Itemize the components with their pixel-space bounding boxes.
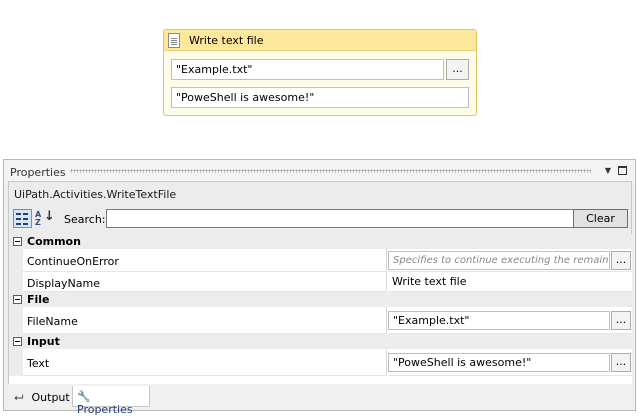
category-label: Common	[27, 235, 81, 248]
property-name: FileName	[23, 307, 387, 334]
property-name: DisplayName	[23, 272, 387, 292]
property-toolbar: A Z ↓ Search: Clear	[9, 208, 631, 230]
chevron-down-icon[interactable]: ▼	[605, 166, 611, 175]
property-row-text[interactable]: Text "PoweShell is awesome!" ...	[9, 349, 632, 376]
sort-alphabetical-icon[interactable]: A Z ↓	[34, 209, 55, 228]
property-grid-container: UiPath.Activities.WriteTextFile A Z ↓ Se…	[8, 181, 632, 384]
property-value-cell[interactable]: Write text file	[388, 272, 632, 292]
property-row-continueonerror[interactable]: ContinueOnError Specifies to continue ex…	[9, 249, 632, 272]
text-input[interactable]: "PoweShell is awesome!"	[388, 353, 610, 372]
text-field[interactable]: "PoweShell is awesome!"	[171, 87, 469, 108]
property-value-cell[interactable]: Specifies to continue executing the rema…	[388, 249, 632, 272]
bottom-tab-strip: ⮠ Output 🔧 Properties	[4, 385, 635, 416]
tab-properties[interactable]: 🔧 Properties	[72, 386, 150, 416]
browse-file-button[interactable]: ...	[446, 59, 469, 80]
tab-output[interactable]: ⮠ Output	[10, 386, 74, 407]
activity-title: Write text file	[189, 34, 264, 47]
maximize-icon[interactable]	[618, 166, 627, 175]
filename-field[interactable]: "Example.txt"	[171, 59, 444, 80]
property-name: ContinueOnError	[23, 249, 387, 272]
text-file-icon	[168, 33, 180, 48]
activity-header[interactable]: Write text file	[164, 30, 476, 51]
collapse-icon[interactable]	[13, 337, 22, 346]
clear-button[interactable]: Clear	[573, 209, 628, 228]
tab-label: Properties	[77, 403, 133, 416]
expression-editor-button[interactable]: ...	[611, 251, 631, 270]
property-name: Text	[23, 349, 387, 376]
expression-editor-button[interactable]: ...	[611, 311, 631, 330]
category-common[interactable]: Common	[9, 234, 632, 249]
property-grid: Common ContinueOnError Specifies to cont…	[9, 234, 632, 384]
search-input[interactable]	[106, 209, 574, 228]
activity-class-name: UiPath.Activities.WriteTextFile	[14, 188, 177, 201]
collapse-icon[interactable]	[13, 237, 22, 246]
wrench-icon: 🔧	[77, 390, 91, 403]
search-label: Search:	[64, 213, 106, 226]
output-arrow-icon: ⮠	[14, 390, 24, 404]
category-file[interactable]: File	[9, 292, 632, 307]
tab-label: Output	[31, 391, 70, 404]
category-label: Input	[27, 335, 60, 348]
categorized-view-icon[interactable]	[13, 209, 32, 228]
panel-drag-grip[interactable]	[70, 169, 591, 173]
category-label: File	[27, 293, 50, 306]
property-value-cell[interactable]: "Example.txt" ...	[388, 307, 632, 334]
properties-panel: Properties ▼ UiPath.Activities.WriteText…	[3, 159, 636, 416]
collapse-icon[interactable]	[13, 295, 22, 304]
continueonerror-input[interactable]: Specifies to continue executing the rema…	[388, 251, 610, 270]
filename-input[interactable]: "Example.txt"	[388, 311, 610, 330]
category-input[interactable]: Input	[9, 334, 632, 349]
property-value-cell[interactable]: "PoweShell is awesome!" ...	[388, 349, 632, 376]
panel-header: Properties ▼	[4, 160, 635, 182]
displayname-input[interactable]: Write text file	[392, 275, 467, 288]
property-row-displayname[interactable]: DisplayName Write text file	[9, 272, 632, 292]
property-row-filename[interactable]: FileName "Example.txt" ...	[9, 307, 632, 334]
write-text-file-activity[interactable]: Write text file "Example.txt" ... "PoweS…	[163, 29, 477, 116]
panel-title: Properties	[10, 166, 66, 179]
expression-editor-button[interactable]: ...	[611, 353, 631, 372]
